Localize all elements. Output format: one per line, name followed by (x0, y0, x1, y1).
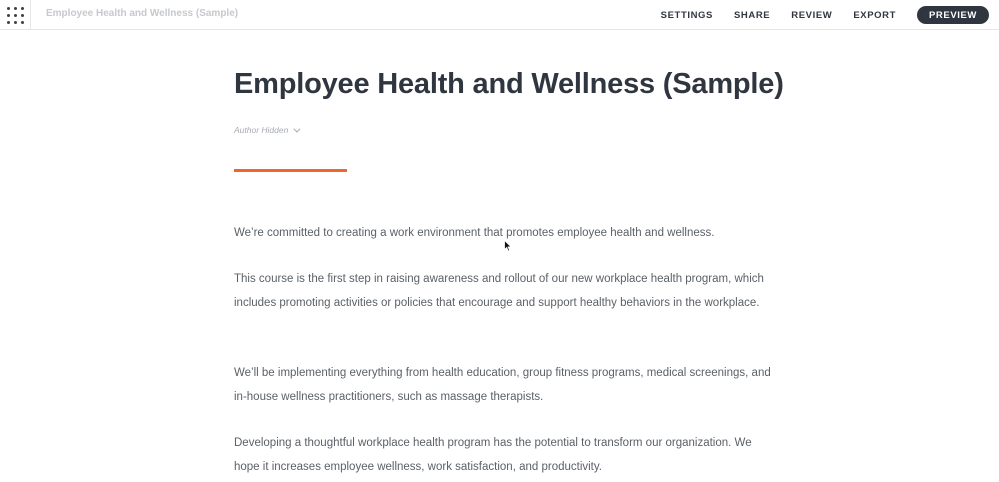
mouse-pointer-icon (504, 239, 513, 257)
chevron-down-icon (293, 125, 301, 133)
page-title[interactable]: Employee Health and Wellness (Sample) (234, 68, 784, 101)
top-bar: Employee Health and Wellness (Sample) SE… (0, 0, 999, 30)
preview-button[interactable]: PREVIEW (917, 6, 989, 24)
title-divider (234, 169, 347, 172)
paragraph-2[interactable]: This course is the first step in raising… (234, 268, 779, 315)
author-label: Author Hidden (234, 125, 289, 135)
author-selector[interactable]: Author Hidden (234, 125, 301, 135)
settings-button[interactable]: SETTINGS (661, 10, 713, 21)
export-button[interactable]: EXPORT (853, 10, 896, 21)
course-title-header: Employee Health and Wellness (Sample) (46, 8, 239, 19)
paragraph-4[interactable]: Developing a thoughtful workplace health… (234, 432, 779, 479)
grid-menu-icon (6, 6, 24, 24)
top-nav: SETTINGS SHARE REVIEW EXPORT PREVIEW (661, 0, 999, 30)
app-menu-button[interactable] (0, 0, 31, 30)
review-button[interactable]: REVIEW (791, 10, 832, 21)
paragraph-3[interactable]: We’ll be implementing everything from he… (234, 362, 779, 409)
share-button[interactable]: SHARE (734, 10, 770, 21)
